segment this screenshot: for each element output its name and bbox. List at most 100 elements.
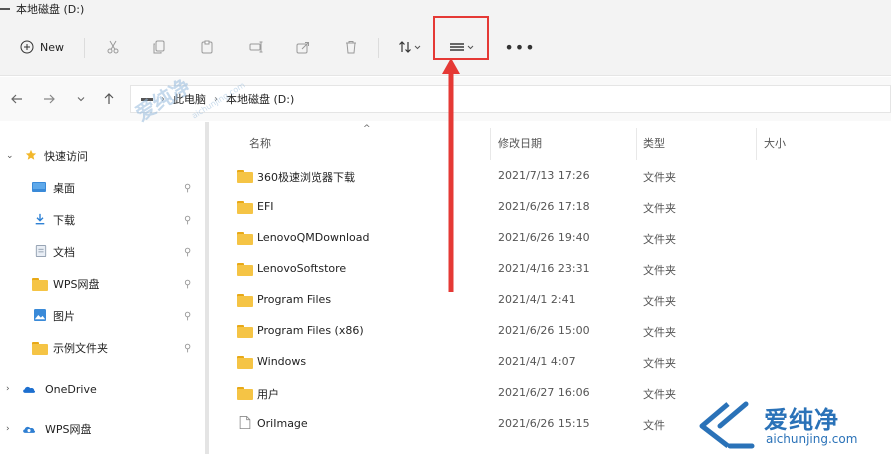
column-divider[interactable] bbox=[490, 128, 491, 160]
up-button[interactable] bbox=[100, 90, 118, 108]
file-type: 文件夹 bbox=[643, 233, 676, 246]
recent-locations-button[interactable] bbox=[72, 90, 90, 108]
file-modified: 2021/4/16 23:31 bbox=[498, 262, 590, 275]
document-icon bbox=[35, 245, 47, 257]
pin-icon: ⚲ bbox=[184, 310, 192, 322]
sidebar-item-label: 图片 bbox=[53, 310, 75, 323]
column-divider[interactable] bbox=[756, 128, 757, 160]
file-type: 文件夹 bbox=[643, 388, 676, 401]
paste-button[interactable] bbox=[196, 36, 218, 58]
column-header-label: 修改日期 bbox=[498, 137, 542, 150]
sidebar-item-wps-cloud[interactable]: › WPS网盘 bbox=[0, 417, 205, 441]
cloud-icon bbox=[23, 426, 36, 433]
file-type: 文件夹 bbox=[643, 171, 676, 184]
folder-icon bbox=[237, 387, 253, 400]
folder-icon bbox=[237, 294, 253, 307]
file-row[interactable]: Windows 2021/4/1 4:07 文件夹 bbox=[209, 347, 891, 378]
more-button[interactable]: ••• bbox=[504, 36, 534, 58]
file-name: 用户 bbox=[257, 388, 279, 401]
file-name: 360极速浏览器下载 bbox=[257, 171, 355, 184]
chevron-right-icon[interactable]: › bbox=[6, 384, 10, 394]
file-name: OriImage bbox=[257, 417, 308, 430]
sidebar-item-documents[interactable]: 文档 ⚲ bbox=[0, 240, 205, 264]
annotation-arrow bbox=[442, 58, 460, 292]
new-button-label: New bbox=[40, 40, 64, 54]
sort-button[interactable] bbox=[392, 36, 428, 58]
folder-icon bbox=[237, 201, 253, 214]
file-modified: 2021/6/27 16:06 bbox=[498, 386, 590, 399]
folder-icon bbox=[32, 278, 48, 291]
forward-button[interactable] bbox=[40, 90, 58, 108]
file-row[interactable]: EFI 2021/6/26 17:18 文件夹 bbox=[209, 192, 891, 223]
cut-button[interactable] bbox=[102, 36, 124, 58]
file-icon bbox=[239, 416, 251, 429]
star-icon bbox=[25, 149, 37, 160]
back-button[interactable] bbox=[8, 90, 26, 108]
toolbar-divider bbox=[378, 38, 379, 58]
file-modified: 2021/4/1 2:41 bbox=[498, 293, 576, 306]
cut-icon bbox=[107, 40, 119, 54]
sidebar-item-label: 桌面 bbox=[53, 182, 75, 195]
column-header-label: 大小 bbox=[764, 137, 786, 150]
file-modified: 2021/6/26 19:40 bbox=[498, 231, 590, 244]
column-header-size[interactable]: 大小 bbox=[764, 122, 786, 164]
file-name: LenovoQMDownload bbox=[257, 231, 370, 244]
desktop-icon bbox=[32, 182, 46, 192]
file-name: LenovoSoftstore bbox=[257, 262, 347, 275]
column-header-type[interactable]: 类型 bbox=[643, 122, 665, 164]
pin-icon: ⚲ bbox=[184, 342, 192, 354]
rename-icon bbox=[249, 41, 263, 53]
column-divider[interactable] bbox=[636, 128, 637, 160]
picture-icon bbox=[34, 309, 46, 321]
file-name: Windows bbox=[257, 355, 307, 368]
file-type: 文件夹 bbox=[643, 295, 676, 308]
navigation-pane: ⌄ 快速访问 桌面 ⚲ 下载 ⚲ 文档 ⚲ WPS网盘 ⚲ 图片 ⚲ 示例文件夹… bbox=[0, 122, 205, 454]
sidebar-item-sample-folder[interactable]: 示例文件夹 ⚲ bbox=[0, 336, 205, 360]
folder-icon bbox=[32, 342, 48, 355]
pin-icon: ⚲ bbox=[184, 278, 192, 290]
file-type: 文件夹 bbox=[643, 202, 676, 215]
share-button[interactable] bbox=[292, 36, 314, 58]
folder-icon bbox=[237, 325, 253, 338]
chevron-right-icon[interactable]: › bbox=[6, 424, 10, 434]
plus-circle-icon bbox=[20, 40, 34, 54]
copy-icon bbox=[153, 40, 165, 54]
file-type: 文件夹 bbox=[643, 264, 676, 277]
file-row[interactable]: LenovoSoftstore 2021/4/16 23:31 文件夹 bbox=[209, 254, 891, 285]
toolbar-divider bbox=[84, 38, 85, 58]
file-name: Program Files bbox=[257, 293, 332, 306]
chevron-down-icon[interactable]: ⌄ bbox=[6, 151, 14, 161]
download-icon bbox=[35, 213, 45, 225]
column-header-modified[interactable]: 修改日期 bbox=[498, 122, 542, 164]
view-button-highlight bbox=[433, 16, 489, 60]
new-button[interactable]: New bbox=[12, 36, 72, 58]
delete-button[interactable] bbox=[340, 36, 362, 58]
file-row[interactable]: Program Files 2021/4/1 2:41 文件夹 bbox=[209, 285, 891, 316]
file-type: 文件夹 bbox=[643, 326, 676, 339]
folder-icon bbox=[237, 263, 253, 276]
file-row[interactable]: 360极速浏览器下载 2021/7/13 17:26 文件夹 bbox=[209, 161, 891, 192]
file-modified: 2021/6/26 15:00 bbox=[498, 324, 590, 337]
pin-icon: ⚲ bbox=[184, 246, 192, 258]
sidebar-item-pictures[interactable]: 图片 ⚲ bbox=[0, 304, 205, 328]
column-header-name[interactable]: 名称 bbox=[249, 122, 271, 164]
sidebar-item-label: 示例文件夹 bbox=[53, 342, 108, 355]
share-icon bbox=[296, 42, 309, 54]
pin-icon: ⚲ bbox=[184, 182, 192, 194]
sidebar-item-wps-drive[interactable]: WPS网盘 ⚲ bbox=[0, 272, 205, 296]
arrow-left-icon bbox=[11, 94, 22, 104]
file-type: 文件 bbox=[643, 419, 665, 432]
copy-button[interactable] bbox=[148, 36, 170, 58]
column-header-label: 类型 bbox=[643, 137, 665, 150]
file-modified: 2021/7/13 17:26 bbox=[498, 169, 590, 182]
file-row[interactable]: LenovoQMDownload 2021/6/26 19:40 文件夹 bbox=[209, 223, 891, 254]
sidebar-item-onedrive[interactable]: › OneDrive bbox=[0, 377, 205, 401]
file-row[interactable]: Program Files (x86) 2021/6/26 15:00 文件夹 bbox=[209, 316, 891, 347]
sidebar-item-quick-access[interactable]: ⌄ 快速访问 bbox=[0, 144, 205, 168]
rename-button[interactable] bbox=[245, 36, 267, 58]
sidebar-item-downloads[interactable]: 下载 ⚲ bbox=[0, 208, 205, 232]
column-header-label: 名称 bbox=[249, 137, 271, 150]
window-icon bbox=[0, 8, 10, 10]
paste-icon bbox=[201, 40, 213, 54]
sidebar-item-desktop[interactable]: 桌面 ⚲ bbox=[0, 176, 205, 200]
